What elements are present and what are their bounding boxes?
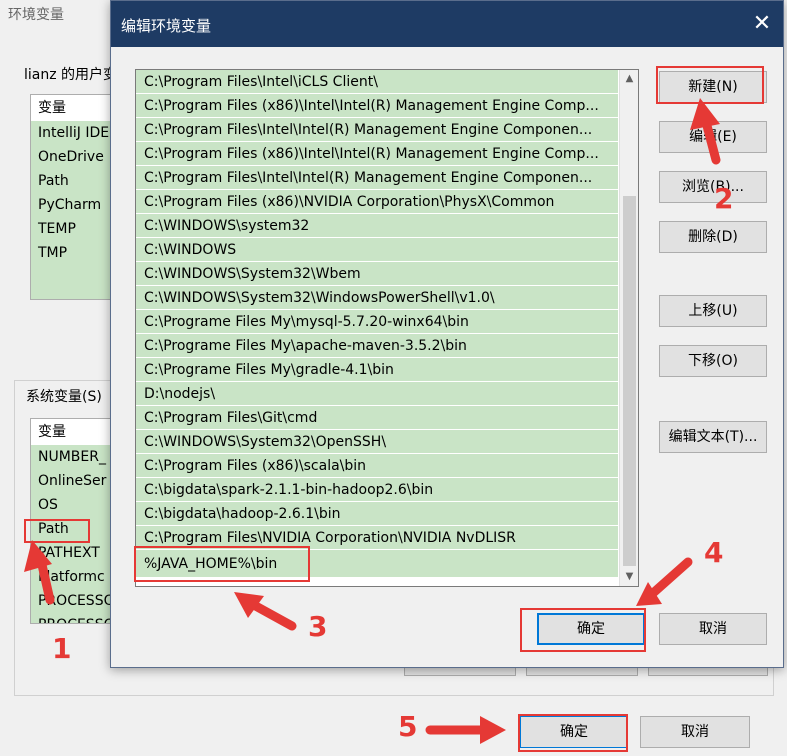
path-list-scrollbar[interactable]: ▲ ▼ xyxy=(619,70,638,586)
scroll-thumb[interactable] xyxy=(623,196,636,566)
delete-button[interactable]: 删除(D) xyxy=(659,221,767,253)
path-row[interactable]: C:\Program Files (x86)\NVIDIA Corporatio… xyxy=(136,190,618,214)
step-number-3: 3 xyxy=(308,610,328,643)
scroll-up-arrow-icon[interactable]: ▲ xyxy=(620,70,638,88)
step-number-1: 1 xyxy=(52,632,72,665)
path-list[interactable]: C:\Program Files\Intel\iCLS Client\ C:\Pr… xyxy=(135,69,639,587)
path-row[interactable]: C:\Program Files (x86)\scala\bin xyxy=(136,454,618,478)
dialog-titlebar[interactable]: 编辑环境变量 ✕ xyxy=(111,1,783,47)
path-row[interactable]: C:\Program Files (x86)\Intel\Intel(R) Ma… xyxy=(136,142,618,166)
dialog-cancel-button[interactable]: 取消 xyxy=(659,613,767,645)
edit-env-var-dialog: 编辑环境变量 ✕ C:\Program Files\Intel\iCLS Cli… xyxy=(110,0,784,668)
move-down-button[interactable]: 下移(O) xyxy=(659,345,767,377)
path-row[interactable]: D:\nodejs\ xyxy=(136,382,618,406)
path-row[interactable]: C:\Programe Files My\gradle-4.1\bin xyxy=(136,358,618,382)
path-row[interactable]: C:\Program Files\Intel\iCLS Client\ xyxy=(136,70,618,94)
path-row[interactable]: C:\Program Files (x86)\Intel\Intel(R) Ma… xyxy=(136,94,618,118)
edit-button[interactable]: 编辑(E) xyxy=(659,121,767,153)
path-row[interactable]: C:\bigdata\spark-2.1.1-bin-hadoop2.6\bin xyxy=(136,478,618,502)
path-row[interactable]: C:\Program Files\Intel\Intel(R) Manageme… xyxy=(136,166,618,190)
step-number-2: 2 xyxy=(714,182,734,215)
user-vars-label: lianz 的用户变 xyxy=(24,67,118,83)
step-number-4: 4 xyxy=(704,536,724,569)
path-row[interactable]: C:\Programe Files My\apache-maven-3.5.2\… xyxy=(136,334,618,358)
path-row[interactable]: C:\Program Files\Git\cmd xyxy=(136,406,618,430)
background-window-title: 环境变量 xyxy=(8,7,64,23)
path-row[interactable]: C:\Program Files\NVIDIA Corporation\NVID… xyxy=(136,526,618,550)
edit-text-button[interactable]: 编辑文本(T)... xyxy=(659,421,767,453)
new-path-entry[interactable]: %JAVA_HOME%\bin xyxy=(136,550,618,578)
path-row[interactable]: C:\WINDOWS\System32\OpenSSH\ xyxy=(136,430,618,454)
path-row[interactable]: C:\WINDOWS\system32 xyxy=(136,214,618,238)
path-row[interactable]: C:\bigdata\hadoop-2.6.1\bin xyxy=(136,502,618,526)
path-row[interactable]: C:\Programe Files My\mysql-5.7.20-winx64… xyxy=(136,310,618,334)
dialog-ok-button[interactable]: 确定 xyxy=(537,613,645,645)
path-row[interactable]: C:\WINDOWS xyxy=(136,238,618,262)
system-vars-label: 系统变量(S) xyxy=(24,386,104,406)
scroll-down-arrow-icon[interactable]: ▼ xyxy=(620,568,638,586)
env-cancel-button[interactable]: 取消 xyxy=(640,716,750,748)
step-number-5: 5 xyxy=(398,710,418,743)
path-row[interactable]: C:\WINDOWS\System32\Wbem xyxy=(136,262,618,286)
dialog-title: 编辑环境变量 xyxy=(121,17,212,35)
new-button[interactable]: 新建(N) xyxy=(659,71,767,103)
path-row[interactable]: C:\WINDOWS\System32\WindowsPowerShell\v1… xyxy=(136,286,618,310)
env-ok-button[interactable]: 确定 xyxy=(520,716,628,748)
close-icon[interactable]: ✕ xyxy=(747,11,777,37)
browse-button[interactable]: 浏览(B)... xyxy=(659,171,767,203)
move-up-button[interactable]: 上移(U) xyxy=(659,295,767,327)
path-row[interactable]: C:\Program Files\Intel\Intel(R) Manageme… xyxy=(136,118,618,142)
